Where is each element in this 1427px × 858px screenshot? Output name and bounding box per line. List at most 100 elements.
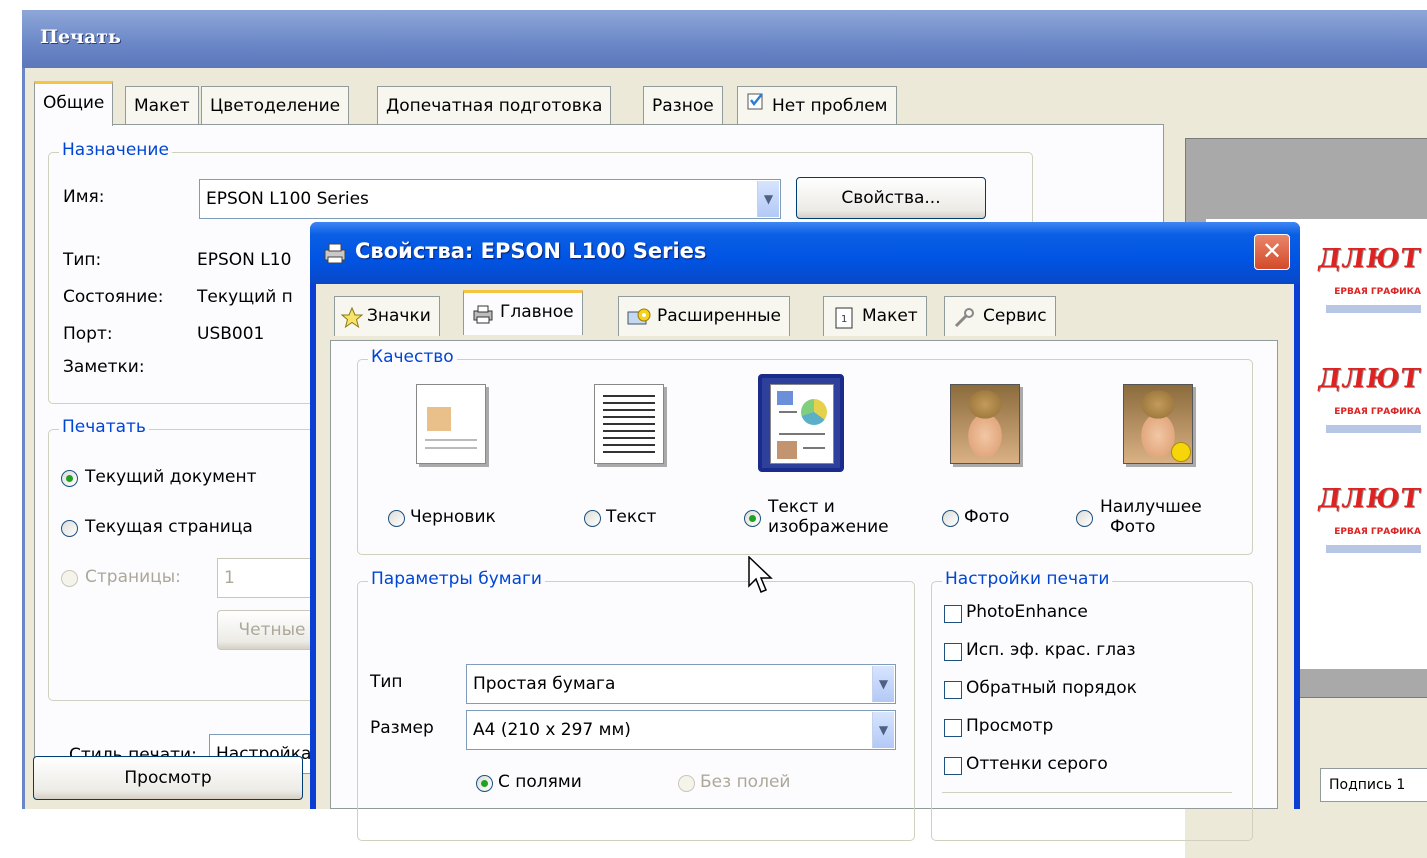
advanced-icon — [627, 305, 651, 343]
text-image-label: Текст и изображение — [768, 497, 889, 537]
tab-color-separation-label: Цветоделение — [210, 96, 341, 116]
best-photo-label-line1: Наилучшее — [1100, 497, 1202, 517]
paper-type-combo[interactable]: Простая бумага ▼ — [466, 664, 896, 704]
draft-quality-icon[interactable] — [416, 384, 488, 466]
paper-size-value: A4 (210 x 297 мм) — [473, 720, 631, 740]
pages-label: Страницы: — [85, 567, 181, 587]
tab-color-separation[interactable]: Цветоделение — [201, 86, 350, 126]
preview-logo-bar — [1326, 425, 1421, 433]
preview-logo-subtitle: ЕРВАЯ ГРАФИКА — [1334, 287, 1421, 297]
current-page-radio[interactable] — [61, 520, 78, 537]
preview-logo-text: ДЛЮТ — [1315, 364, 1424, 394]
printer-status-label: Состояние: — [63, 287, 164, 307]
preview-logo-subtitle: ЕРВАЯ ГРАФИКА — [1334, 407, 1421, 417]
tab-general[interactable]: Общие — [34, 81, 114, 126]
red-eye-label: Исп. эф. крас. глаз — [966, 640, 1136, 660]
preview-checkbox[interactable] — [944, 719, 962, 737]
preview-logo-bar — [1326, 545, 1421, 553]
print-range-group: Печатать Текущий документ Текущая страни… — [48, 417, 348, 701]
printer-port-value: USB001 — [197, 324, 265, 344]
tab-advanced-label: Расширенные — [657, 306, 781, 326]
tab-misc[interactable]: Разное — [643, 86, 723, 126]
chevron-down-icon[interactable]: ▼ — [872, 712, 894, 748]
checklist-icon — [746, 87, 766, 125]
printer-type-value: EPSON L10 — [197, 250, 292, 270]
paper-type-value: Простая бумага — [473, 674, 616, 694]
layout-icon: 1 — [834, 305, 854, 343]
close-icon[interactable]: ✕ — [1254, 234, 1290, 270]
borderless-radio[interactable] — [678, 775, 695, 792]
current-page-label: Текущая страница — [85, 517, 253, 537]
printer-port-label: Порт: — [63, 324, 113, 344]
caption-tab[interactable]: Подпись 1 — [1320, 768, 1427, 802]
paper-settings-group-title: Параметры бумаги — [368, 569, 545, 589]
tab-misc-label: Разное — [652, 96, 714, 116]
tab-prepress[interactable]: Допечатная подготовка — [377, 86, 612, 126]
tab-main[interactable]: Главное — [463, 290, 583, 335]
paper-size-combo[interactable]: A4 (210 x 297 мм) ▼ — [466, 710, 896, 750]
text-label: Текст — [606, 507, 657, 527]
properties-titlebar[interactable]: Свойства: EPSON L100 Series ✕ — [310, 222, 1300, 284]
photo-radio[interactable] — [942, 510, 959, 527]
print-settings-group: Настройки печати PhotoEnhance Исп. эф. к… — [931, 569, 1253, 841]
grayscale-label: Оттенки серого — [966, 754, 1108, 774]
red-eye-checkbox[interactable] — [944, 643, 962, 661]
tab-advanced[interactable]: Расширенные — [618, 296, 790, 336]
best-photo-label-line2: Фото — [1110, 517, 1156, 537]
preview-logo-bar — [1326, 305, 1421, 313]
tab-icons-label: Значки — [367, 306, 431, 326]
photo-quality-icon[interactable] — [950, 384, 1022, 466]
tab-page-layout[interactable]: 1 Макет — [823, 296, 927, 336]
current-document-radio[interactable] — [61, 470, 78, 487]
text-image-label-line1: Текст и — [768, 497, 835, 517]
wrench-icon — [953, 305, 975, 343]
print-range-group-title: Печатать — [59, 417, 149, 437]
tab-layout[interactable]: Макет — [125, 86, 199, 126]
tab-page-layout-label: Макет — [862, 306, 918, 326]
quality-group: Качество Черновик Текст Текст и изображе… — [357, 347, 1253, 555]
photoenhance-label: PhotoEnhance — [966, 602, 1088, 622]
tab-no-problems-label: Нет проблем — [772, 96, 888, 116]
text-quality-icon[interactable] — [594, 384, 666, 466]
tab-icons[interactable]: Значки — [334, 296, 440, 336]
chevron-down-icon[interactable]: ▼ — [872, 666, 894, 702]
current-document-label: Текущий документ — [85, 467, 257, 487]
preview-button[interactable]: Просмотр — [33, 756, 303, 800]
print-settings-group-title: Настройки печати — [942, 569, 1113, 589]
printer-type-label: Тип: — [63, 250, 102, 270]
properties-button[interactable]: Свойства... — [796, 177, 986, 219]
chevron-down-icon[interactable]: ▼ — [757, 181, 779, 217]
reverse-order-label: Обратный порядок — [966, 678, 1137, 698]
pages-radio[interactable] — [61, 570, 78, 587]
text-image-quality-icon[interactable] — [758, 374, 844, 472]
preview-logo-subtitle: ЕРВАЯ ГРАФИКА — [1334, 527, 1421, 537]
best-photo-quality-icon[interactable] — [1123, 384, 1195, 466]
text-radio[interactable] — [584, 510, 601, 527]
tab-no-problems[interactable]: Нет проблем — [737, 86, 897, 126]
with-margins-radio[interactable] — [476, 775, 493, 792]
properties-body: Значки Главное Расширенные 1 Макет Серви… — [316, 284, 1294, 841]
paper-type-label: Тип — [370, 672, 403, 692]
best-photo-radio[interactable] — [1076, 510, 1093, 527]
photo-label: Фото — [964, 507, 1010, 527]
draft-radio[interactable] — [388, 510, 405, 527]
tab-service[interactable]: Сервис — [944, 296, 1056, 336]
tab-general-label: Общие — [43, 93, 105, 113]
tab-main-label: Главное — [500, 302, 574, 322]
reverse-order-checkbox[interactable] — [944, 681, 962, 699]
grayscale-checkbox[interactable] — [944, 757, 962, 775]
printer-name-combo[interactable]: EPSON L100 Series ▼ — [199, 179, 781, 219]
svg-text:1: 1 — [841, 314, 847, 325]
text-image-radio[interactable] — [744, 510, 761, 527]
printer-status-value: Текущий п — [197, 287, 293, 307]
print-dialog-titlebar[interactable]: Печать — [22, 10, 1427, 68]
printer-icon — [472, 300, 494, 338]
with-margins-label: С полями — [498, 772, 582, 792]
tab-service-label: Сервис — [983, 306, 1047, 326]
printer-icon — [322, 242, 348, 264]
printer-properties-dialog: Свойства: EPSON L100 Series ✕ Значки Гла… — [310, 222, 1300, 841]
paper-size-label: Размер — [370, 718, 434, 738]
tab-layout-label: Макет — [134, 96, 190, 116]
photoenhance-checkbox[interactable] — [944, 605, 962, 623]
destination-group-title: Назначение — [59, 140, 172, 160]
